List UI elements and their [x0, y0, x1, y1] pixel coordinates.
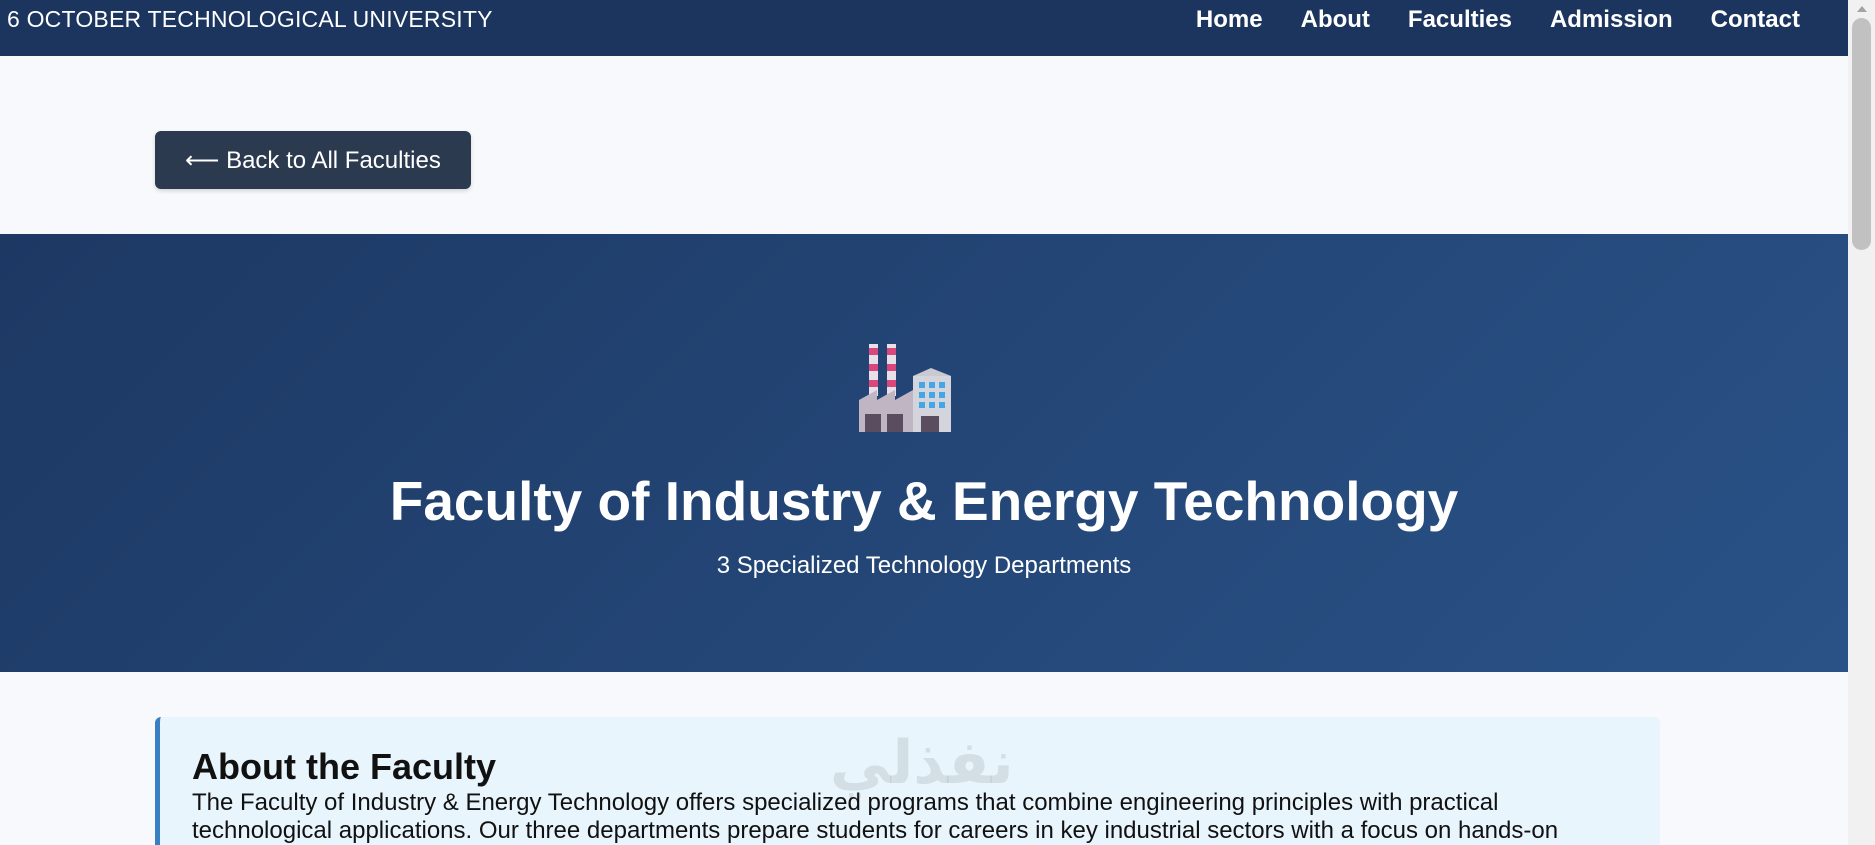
- university-brand[interactable]: 6 OCTOBER TECHNOLOGICAL UNIVERSITY: [7, 6, 493, 33]
- back-section: ⟵ Back to All Faculties: [0, 56, 1848, 234]
- faculty-hero: Faculty of Industry & Energy Technology …: [0, 234, 1848, 672]
- nav-contact-link[interactable]: Contact: [1711, 6, 1800, 34]
- about-description: The Faculty of Industry & Energy Technol…: [192, 789, 1559, 844]
- nav-home-link[interactable]: Home: [1196, 6, 1263, 34]
- about-faculty-card: About the Faculty The Faculty of Industr…: [155, 717, 1660, 845]
- back-to-faculties-button[interactable]: ⟵ Back to All Faculties: [155, 131, 471, 189]
- scroll-up-arrow-icon[interactable]: [1857, 6, 1867, 12]
- nav-faculties-link[interactable]: Faculties: [1408, 6, 1512, 34]
- factory-icon: [859, 344, 951, 432]
- about-heading: About the Faculty: [192, 746, 496, 787]
- nav-admission-link[interactable]: Admission: [1550, 6, 1673, 34]
- faculty-subtitle: 3 Specialized Technology Departments: [716, 552, 1132, 579]
- page-scrollbar[interactable]: [1848, 0, 1875, 845]
- main-nav: Home About Faculties Admission Contact: [1196, 6, 1800, 34]
- top-navbar: 6 OCTOBER TECHNOLOGICAL UNIVERSITY Home …: [0, 0, 1848, 56]
- page: 6 OCTOBER TECHNOLOGICAL UNIVERSITY Home …: [0, 0, 1875, 845]
- nav-about-link[interactable]: About: [1301, 6, 1370, 34]
- faculty-title: Faculty of Industry & Energy Technology: [389, 470, 1459, 532]
- scrollbar-thumb[interactable]: [1852, 18, 1871, 250]
